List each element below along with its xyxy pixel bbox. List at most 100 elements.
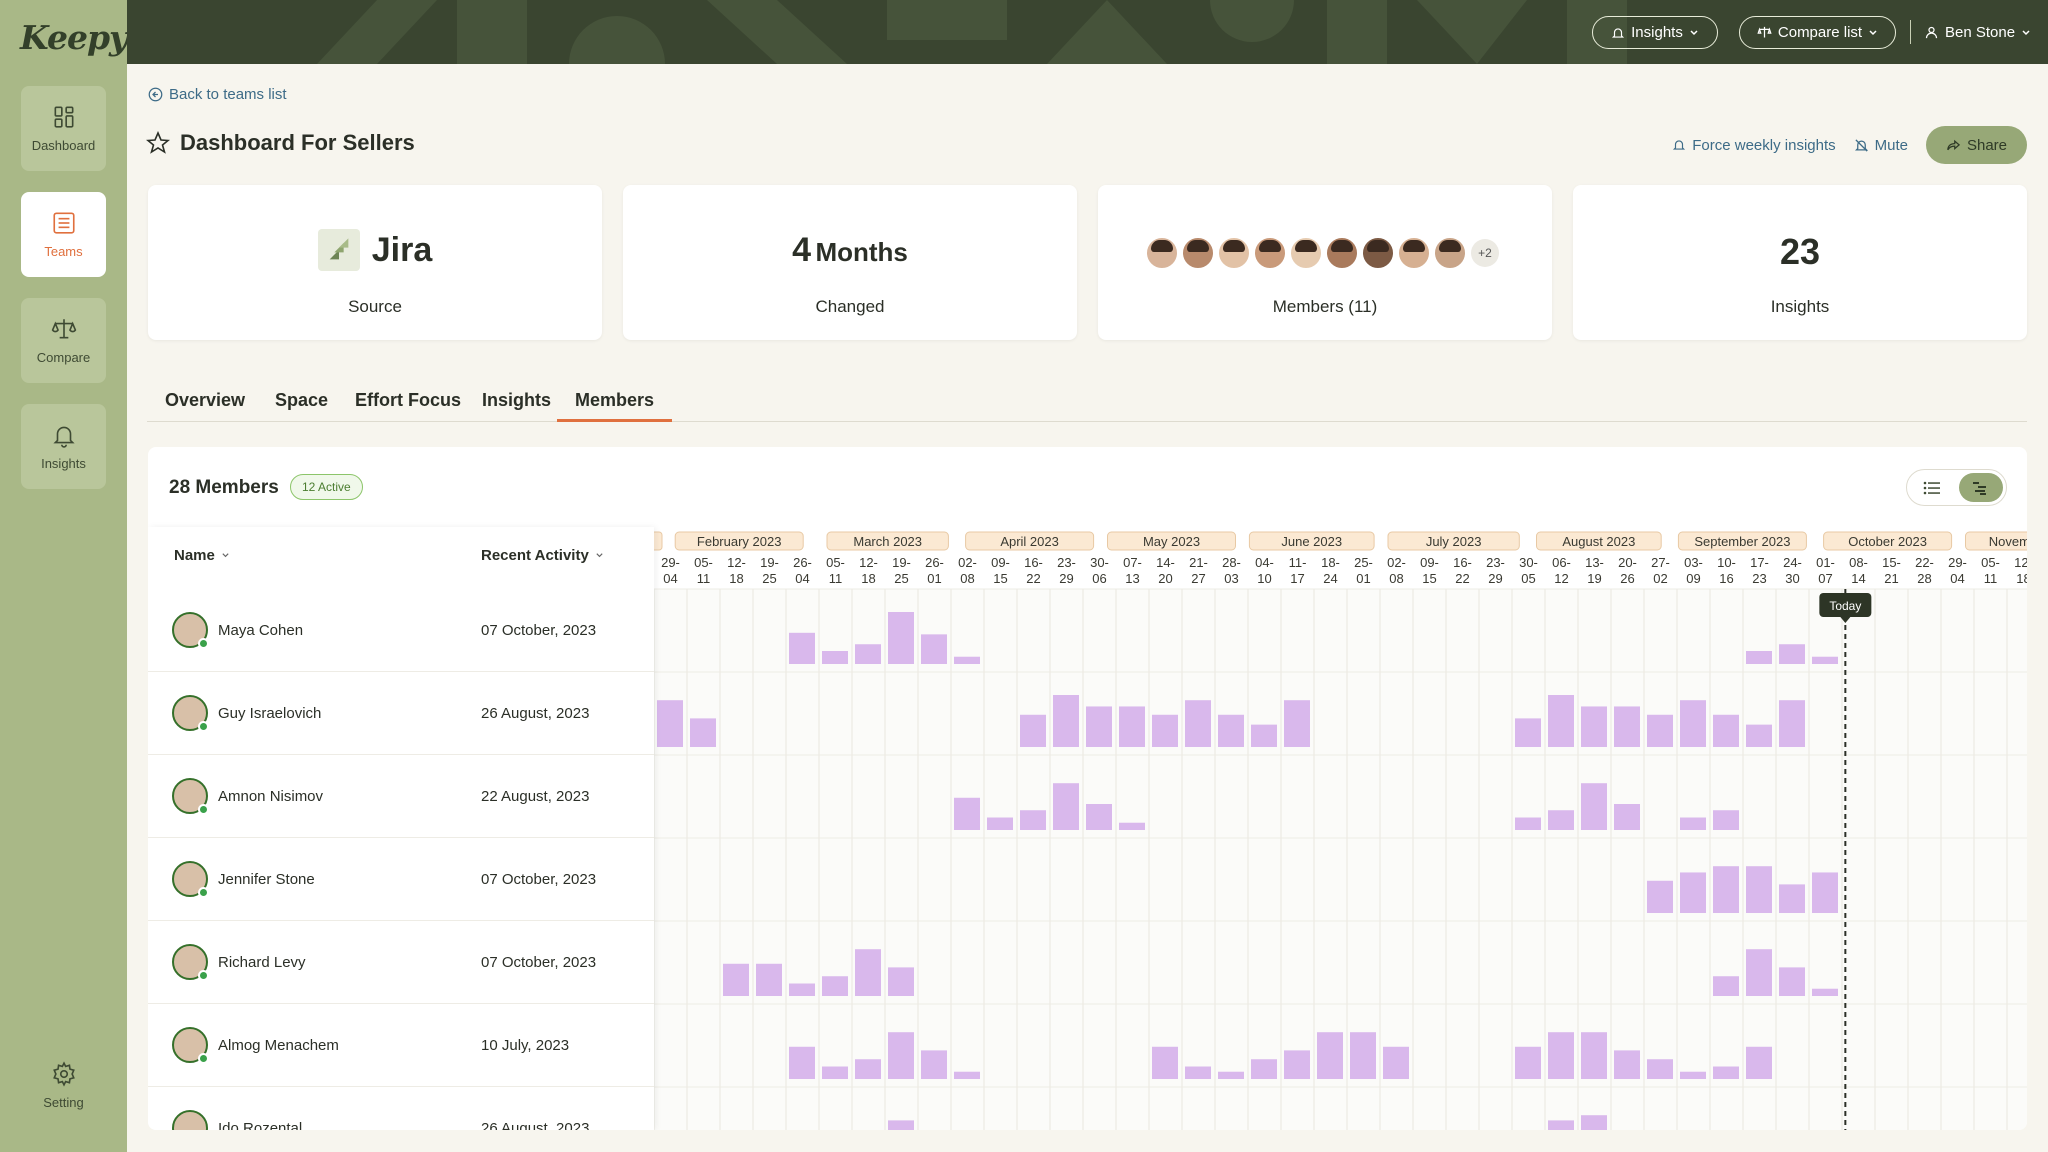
- week-label: 29-: [661, 555, 680, 570]
- table-row[interactable]: Guy Israelovich 26 August, 2023: [148, 672, 654, 755]
- sidebar-item-label: Dashboard: [31, 138, 96, 153]
- activity-bar: [1614, 804, 1640, 830]
- chevron-down-icon: [222, 553, 229, 558]
- scale-icon: [51, 319, 76, 339]
- activity-bar: [1581, 706, 1607, 747]
- week-label: 16-: [1453, 555, 1472, 570]
- members-list-header: Name Recent Activity: [148, 527, 654, 589]
- activity-bar: [1548, 1120, 1574, 1130]
- member-name[interactable]: Maya Cohen: [218, 622, 303, 639]
- activity-bar: [1779, 967, 1805, 996]
- activity-bar: [1086, 804, 1112, 830]
- bell-icon: [1612, 27, 1625, 38]
- week-label: 20: [1158, 571, 1172, 586]
- table-row[interactable]: Almog Menachem 10 July, 2023: [148, 1004, 654, 1087]
- week-label: 28: [1917, 571, 1931, 586]
- share-button[interactable]: Share: [1926, 126, 2027, 164]
- user-menu[interactable]: Ben Stone: [1924, 16, 2031, 49]
- activity-bar: [1581, 783, 1607, 830]
- member-avatar: [1181, 236, 1215, 270]
- activity-bar: [1713, 866, 1739, 913]
- back-link-label: Back to teams list: [169, 86, 287, 103]
- sidebar-item-setting[interactable]: Setting: [21, 1043, 106, 1128]
- share-icon: [1947, 139, 1961, 150]
- insights-dropdown[interactable]: Insights: [1592, 16, 1718, 49]
- sidebar-item-insights[interactable]: Insights: [21, 404, 106, 489]
- changed-caption: Changed: [815, 297, 885, 316]
- sidebar-item-compare[interactable]: Compare: [21, 298, 106, 383]
- back-arrow-icon: [148, 87, 163, 102]
- member-name[interactable]: Ido Rozental: [218, 1120, 302, 1130]
- activity-bar: [888, 1120, 914, 1130]
- member-name[interactable]: Richard Levy: [218, 954, 306, 971]
- week-label: 09: [1686, 571, 1700, 586]
- month-label: March 2023: [853, 534, 922, 549]
- activity-bar: [1581, 1032, 1607, 1079]
- week-label: 15-: [1882, 555, 1901, 570]
- timeline-view-button[interactable]: [1958, 473, 2003, 502]
- activity-bar: [1746, 651, 1772, 664]
- member-name[interactable]: Jennifer Stone: [218, 871, 315, 888]
- activity-bar: [1548, 1032, 1574, 1079]
- recent-activity-column-header[interactable]: Recent Activity: [481, 547, 604, 564]
- member-name[interactable]: Almog Menachem: [218, 1037, 339, 1054]
- activity-bar: [1746, 866, 1772, 913]
- table-row[interactable]: Richard Levy 07 October, 2023: [148, 921, 654, 1004]
- activity-bar: [1812, 988, 1838, 996]
- table-row[interactable]: Maya Cohen 07 October, 2023: [148, 589, 654, 672]
- table-row[interactable]: Amnon Nisimov 22 August, 2023: [148, 755, 654, 838]
- week-label: 18: [2016, 571, 2027, 586]
- activity-bar: [1746, 949, 1772, 996]
- sidebar-item-dashboard[interactable]: Dashboard: [21, 86, 106, 171]
- activity-bar: [921, 634, 947, 664]
- tab-space[interactable]: Space: [275, 390, 328, 422]
- list-icon: [52, 212, 75, 234]
- more-members-badge[interactable]: +2: [1471, 239, 1499, 267]
- member-recent-activity: 26 August, 2023: [481, 705, 590, 722]
- member-name[interactable]: Guy Israelovich: [218, 705, 321, 722]
- activity-bar: [1680, 872, 1706, 913]
- week-label: 10: [1257, 571, 1271, 586]
- week-label: 24-: [1783, 555, 1802, 570]
- tab-members[interactable]: Members: [557, 390, 673, 422]
- avatar: [172, 1110, 208, 1130]
- force-label: Force weekly insights: [1692, 136, 1836, 154]
- list-view-icon: [1923, 481, 1941, 494]
- sidebar: Keepy Dashboard Teams Compare Insights S…: [0, 0, 128, 1152]
- members-card: +2 Members (11): [1098, 185, 1552, 340]
- tab-insights[interactable]: Insights: [482, 390, 551, 422]
- week-label: 22: [1026, 571, 1040, 586]
- week-label: 26-: [793, 555, 812, 570]
- member-avatar: [1325, 236, 1359, 270]
- table-row[interactable]: Ido Rozental 26 August, 2023: [148, 1087, 654, 1130]
- source-value: Jira: [371, 230, 433, 269]
- members-avatar-stack[interactable]: +2: [1145, 236, 1505, 270]
- tab-effort-focus[interactable]: Effort Focus: [355, 390, 461, 422]
- week-label: 30: [1785, 571, 1799, 586]
- week-label: 27: [1191, 571, 1205, 586]
- force-weekly-insights-button[interactable]: Force weekly insights: [1672, 136, 1836, 154]
- page-title: Dashboard For Sellers: [146, 130, 415, 156]
- list-view-button[interactable]: [1910, 473, 1955, 502]
- activity-bar: [1251, 724, 1277, 747]
- activity-bar: [888, 1032, 914, 1079]
- week-label: 11-: [1289, 555, 1307, 570]
- member-recent-activity: 22 August, 2023: [481, 788, 590, 805]
- week-label: 12-: [859, 555, 878, 570]
- week-label: 21-: [1189, 555, 1208, 570]
- member-name[interactable]: Amnon Nisimov: [218, 788, 323, 805]
- compare-list-dropdown[interactable]: Compare list: [1739, 16, 1896, 49]
- back-to-teams-link[interactable]: Back to teams list: [148, 86, 287, 103]
- name-column-header[interactable]: Name: [174, 547, 230, 564]
- avatar: [172, 612, 209, 649]
- mute-button[interactable]: Mute: [1854, 137, 1908, 154]
- activity-bar: [1713, 976, 1739, 996]
- members-list: Name Recent Activity Maya Cohen 07 Octobe…: [148, 527, 654, 1130]
- star-icon[interactable]: [146, 131, 170, 155]
- table-row[interactable]: Jennifer Stone 07 October, 2023: [148, 838, 654, 921]
- sidebar-item-teams[interactable]: Teams: [21, 192, 106, 277]
- week-label: 17-: [1750, 555, 1769, 570]
- activity-bar: [789, 632, 815, 664]
- tab-overview[interactable]: Overview: [165, 390, 245, 422]
- activity-bar: [1614, 706, 1640, 747]
